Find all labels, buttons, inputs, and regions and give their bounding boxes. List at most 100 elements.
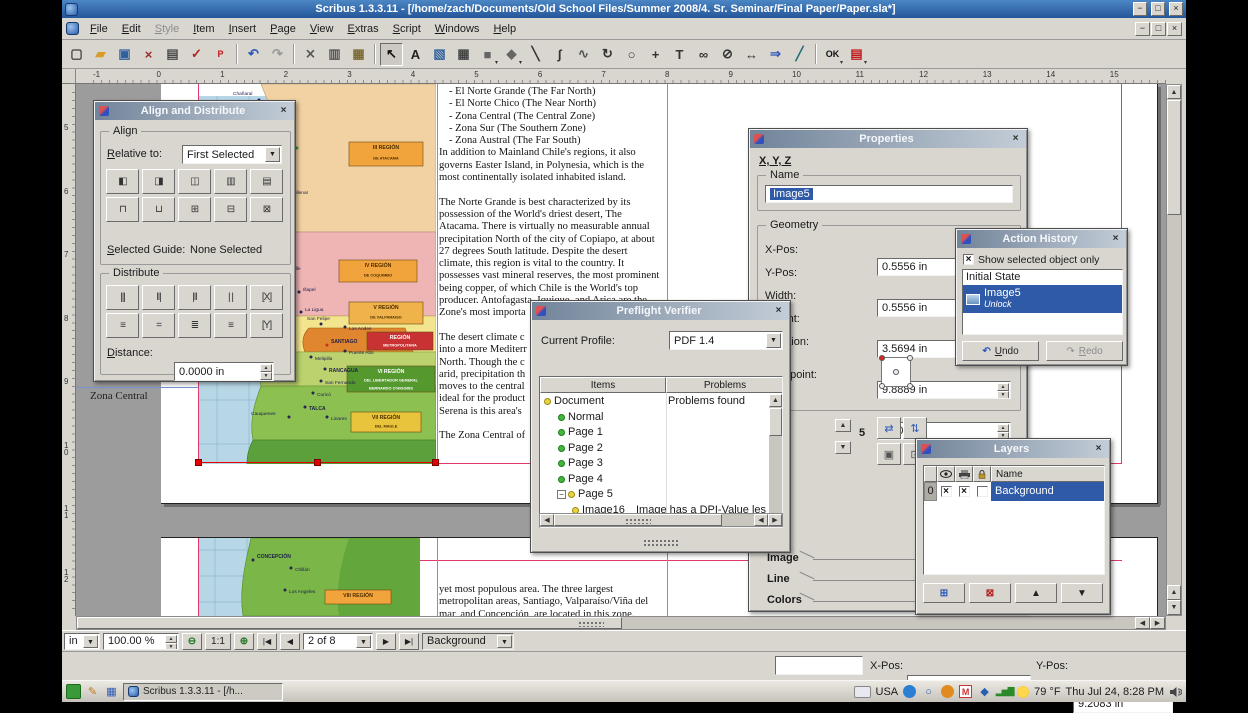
measurements-button[interactable]: ↔ bbox=[740, 43, 763, 66]
selection-handle[interactable] bbox=[432, 459, 439, 466]
dialog-titlebar[interactable]: Action History × bbox=[957, 230, 1126, 248]
problems-column-header[interactable]: Problems bbox=[666, 377, 783, 393]
layer-lock-cell[interactable] bbox=[973, 482, 991, 501]
save-document-button[interactable]: ▣ bbox=[113, 43, 136, 66]
chevron-down-icon[interactable]: ▼ bbox=[83, 635, 98, 648]
copy-button[interactable]: ▥ bbox=[323, 43, 346, 66]
distribute-by-y-button[interactable]: [Y] bbox=[250, 313, 283, 338]
align-right-sides-button[interactable]: ▥ bbox=[214, 169, 247, 194]
close-button[interactable]: × bbox=[1169, 2, 1183, 16]
edit-contents-button[interactable]: + bbox=[644, 43, 667, 66]
scroll-up-icon[interactable]: ▲ bbox=[769, 394, 782, 407]
preflight-row-page-5[interactable]: −Page 5 bbox=[540, 487, 769, 503]
list-vscrollbar[interactable]: ▲ ▼ bbox=[769, 394, 783, 528]
history-list[interactable]: Initial State Image5 Unlock bbox=[962, 269, 1123, 335]
select-item-button[interactable]: ↖ bbox=[380, 43, 403, 66]
menu-extras[interactable]: Extras bbox=[340, 21, 385, 37]
align-right-out-button[interactable]: ▤ bbox=[250, 169, 283, 194]
close-document-button[interactable]: × bbox=[137, 43, 160, 66]
window-titlebar[interactable]: Scribus 1.3.3.11 - [/home/zach/Documents… bbox=[62, 0, 1186, 18]
preflight-row-page-1[interactable]: Page 1 bbox=[540, 425, 769, 441]
scroll-thumb[interactable] bbox=[554, 514, 722, 526]
items-column-header[interactable]: Items bbox=[540, 377, 666, 393]
layer-name-cell[interactable]: Background bbox=[991, 482, 1105, 501]
mdi-close-button[interactable]: × bbox=[1167, 22, 1182, 36]
list-hscrollbar[interactable]: ◀ ◀ ▶ bbox=[539, 513, 783, 527]
visible-checkbox[interactable]: × bbox=[941, 486, 952, 497]
undo-button[interactable]: ↶ Undo bbox=[962, 341, 1039, 361]
align-centers-vertical-button[interactable]: ◫ bbox=[178, 169, 211, 194]
align-centers-horizontal-button[interactable]: ⊞ bbox=[178, 197, 211, 222]
chile-map-image-page2[interactable]: VIII REGIÓN CONCEPCIÓNChillánLos Angeles bbox=[199, 538, 420, 616]
redo-button[interactable]: ↷ Redo bbox=[1046, 341, 1123, 361]
scroll-up-icon[interactable]: ▲ bbox=[1167, 585, 1181, 600]
dropdown-arrow-icon[interactable]: ▾ bbox=[495, 59, 498, 66]
close-icon[interactable]: × bbox=[1109, 233, 1122, 246]
pdf-push-button-button[interactable]: OK▾ bbox=[821, 43, 844, 66]
spinner[interactable]: ▲▼ bbox=[997, 383, 1009, 397]
last-page-button[interactable]: ▶| bbox=[399, 633, 419, 650]
mdi-restore-button[interactable]: □ bbox=[1151, 22, 1166, 36]
taskbar-window-button[interactable]: Scribus 1.3.3.11 - [/h... bbox=[123, 683, 283, 701]
zoom-actual-button[interactable]: 1:1 bbox=[205, 633, 231, 650]
export-pdf-button[interactable]: P bbox=[209, 43, 232, 66]
menu-file[interactable]: File bbox=[83, 21, 115, 37]
menu-view[interactable]: View bbox=[303, 21, 341, 37]
lower-level-button[interactable]: ▼ bbox=[835, 441, 851, 454]
insert-image-frame-button[interactable]: ▧ bbox=[428, 43, 451, 66]
unit-select[interactable]: in ▼ bbox=[64, 633, 100, 650]
menu-help[interactable]: Help bbox=[486, 21, 523, 37]
flip-vertical-button[interactable]: ⇅ bbox=[903, 417, 927, 439]
align-bottom-edges-button[interactable]: ⊟ bbox=[214, 197, 247, 222]
editor-launcher-icon[interactable]: ✎ bbox=[85, 684, 100, 699]
layer-select[interactable]: Background ▼ bbox=[422, 633, 514, 650]
distribute-top-edges-button[interactable]: ≡ bbox=[106, 313, 139, 338]
print-document-button[interactable]: ▤ bbox=[161, 43, 184, 66]
dropdown-arrow-icon[interactable]: ▾ bbox=[864, 59, 867, 66]
tray-magnifier-icon[interactable]: ○ bbox=[921, 684, 936, 699]
zoom-spinner[interactable]: ▲▼ bbox=[165, 635, 177, 648]
insert-text-frame-button[interactable]: A bbox=[404, 43, 427, 66]
lower-layer-button[interactable]: ▼ bbox=[1061, 583, 1103, 603]
previous-page-button[interactable]: ◀ bbox=[280, 633, 300, 650]
new-layer-button[interactable]: ⊞ bbox=[923, 583, 965, 603]
dialog-titlebar[interactable]: Layers × bbox=[917, 440, 1109, 458]
unlink-text-frames-button[interactable]: ⊘ bbox=[716, 43, 739, 66]
scroll-left-icon[interactable]: ◀ bbox=[754, 514, 768, 526]
distribute-left-sides-button[interactable]: ||| bbox=[106, 285, 139, 310]
print-checkbox[interactable]: × bbox=[959, 486, 970, 497]
basepoint-dot[interactable] bbox=[907, 355, 913, 361]
distribute-bottom-edges-button[interactable]: ≣ bbox=[178, 313, 211, 338]
lock-object-button[interactable]: ▣ bbox=[877, 443, 901, 465]
align-distribute-dialog[interactable]: Align and Distribute × Align Relative to… bbox=[93, 100, 296, 382]
lock-column-header[interactable] bbox=[973, 466, 991, 482]
align-bottom-out-button[interactable]: ⊠ bbox=[250, 197, 283, 222]
distribute-centers-horizontal-button[interactable]: ‖| bbox=[142, 285, 175, 310]
scroll-left-icon[interactable]: ◀ bbox=[540, 514, 554, 526]
menu-edit[interactable]: Edit bbox=[115, 21, 148, 37]
tray-globe-icon[interactable] bbox=[903, 685, 916, 698]
horizontal-ruler[interactable]: -10123456789101112131415 bbox=[76, 69, 1166, 84]
name-input[interactable]: Image5 bbox=[765, 185, 1013, 203]
flip-horizontal-button[interactable]: ⇄ bbox=[877, 417, 901, 439]
tray-mail-icon[interactable]: M bbox=[959, 685, 972, 698]
zoom-tool-button[interactable]: ○ bbox=[620, 43, 643, 66]
distance-spinner[interactable]: ▲▼ bbox=[260, 364, 272, 379]
insert-polygon-button[interactable]: ◆▾ bbox=[500, 43, 523, 66]
tray-app-icon[interactable]: ◆ bbox=[977, 684, 992, 699]
preflight-verifier-dialog[interactable]: Preflight Verifier × Current Profile: PD… bbox=[530, 300, 791, 553]
keyboard-layout-icon[interactable] bbox=[854, 686, 871, 698]
basepoint-dot[interactable] bbox=[879, 383, 885, 389]
chevron-down-icon[interactable]: ▼ bbox=[497, 635, 512, 648]
preflight-row-page-4[interactable]: Page 4 bbox=[540, 472, 769, 488]
delete-layer-button[interactable]: ⊠ bbox=[969, 583, 1011, 603]
align-left-sides-button[interactable]: ◨ bbox=[142, 169, 175, 194]
cut-button[interactable]: ⨯ bbox=[299, 43, 322, 66]
name-column-header[interactable]: Name bbox=[991, 466, 1105, 482]
vertical-scroll-thumb[interactable] bbox=[1167, 100, 1181, 215]
preflight-table[interactable]: Items Problems DocumentProblems foundNor… bbox=[539, 376, 783, 528]
menu-windows[interactable]: Windows bbox=[428, 21, 487, 37]
raise-layer-button[interactable]: ▲ bbox=[1015, 583, 1057, 603]
dialog-titlebar[interactable]: Align and Distribute × bbox=[95, 102, 294, 120]
chevron-down-icon[interactable]: ▼ bbox=[265, 147, 280, 162]
